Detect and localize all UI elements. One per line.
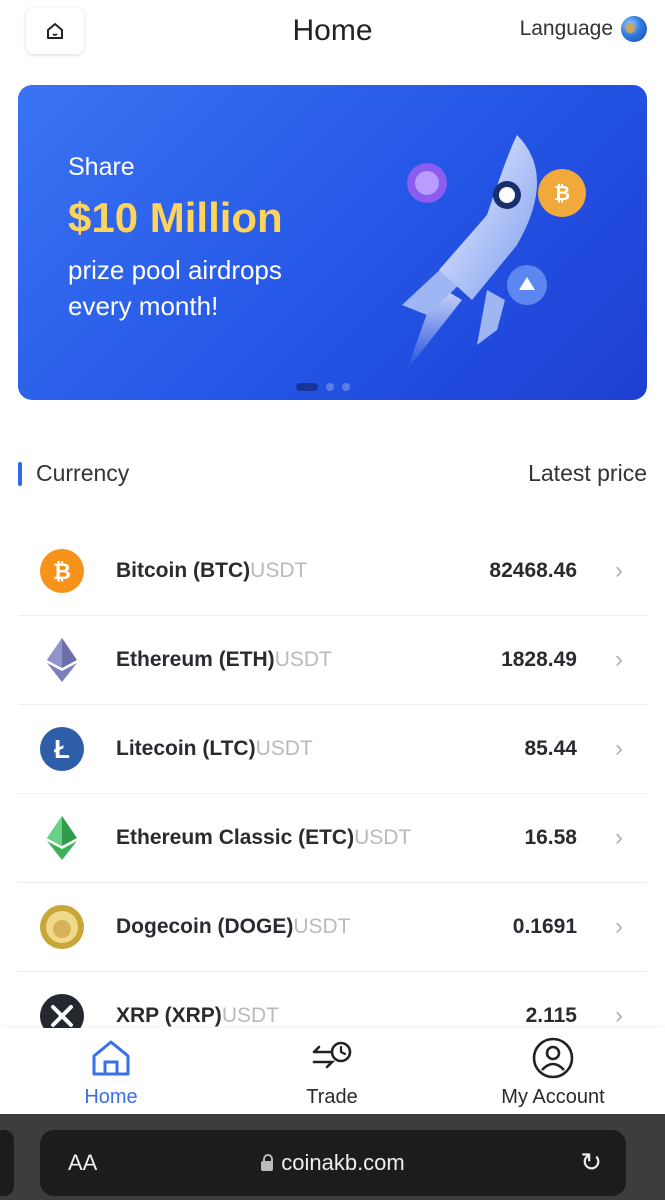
coin-price: 0.1691 [512, 915, 577, 938]
chevron-right-icon: › [615, 646, 623, 673]
lock-icon [261, 1154, 274, 1171]
coin-name: Ethereum (ETH)USDT [116, 648, 332, 671]
coin-quote: USDT [221, 1004, 279, 1027]
ethereum-classic-icon [40, 816, 84, 860]
url-display[interactable]: coinakb.com [40, 1150, 626, 1176]
chevron-right-icon: › [615, 557, 623, 584]
carousel-dot-2[interactable] [326, 383, 334, 391]
chevron-right-icon: › [615, 735, 623, 762]
banner-amount: $10 Million [68, 194, 283, 241]
user-icon [473, 1036, 633, 1080]
nav-trade[interactable]: Trade [252, 1036, 412, 1109]
language-selector[interactable]: Language [520, 16, 647, 42]
rocket-illustration: ₿ [402, 135, 586, 370]
url-text: coinakb.com [281, 1150, 405, 1175]
litecoin-icon: Ł [40, 727, 84, 771]
top-bar: Home Language [0, 0, 665, 62]
browser-toolbar: AA coinakb.com ↻ [0, 1114, 665, 1200]
bitcoin-icon: ₿ [40, 549, 84, 593]
nav-account[interactable]: My Account [473, 1036, 633, 1109]
carousel-dot-1[interactable] [296, 383, 318, 391]
trade-icon [252, 1036, 412, 1080]
coin-quote: USDT [354, 826, 412, 849]
tab-edge [0, 1130, 14, 1196]
coin-quote: USDT [255, 737, 313, 760]
banner-line-2: prize pool airdrops [68, 255, 282, 285]
chevron-right-icon: › [615, 824, 623, 851]
nav-home[interactable]: Home [31, 1036, 191, 1109]
coin-name: Litecoin (LTC)USDT [116, 737, 313, 760]
carousel-dot-3[interactable] [342, 383, 350, 391]
chevron-right-icon: › [615, 913, 623, 940]
promo-banner[interactable]: Share $10 Million prize pool airdrops ev… [18, 85, 647, 400]
coin-quote: USDT [250, 559, 308, 582]
coin-price: 16.58 [524, 826, 577, 849]
currency-column-header: Currency [36, 460, 130, 486]
section-accent-bar [18, 462, 22, 486]
svg-text:₿: ₿ [554, 183, 570, 205]
coin-price: 2.115 [525, 1004, 577, 1027]
currency-row-etc[interactable]: Ethereum Classic (ETC)USDT 16.58 › [18, 794, 647, 883]
coin-quote: USDT [293, 915, 351, 938]
coin-name: Dogecoin (DOGE)USDT [116, 915, 351, 938]
home-icon [31, 1036, 191, 1080]
language-label: Language [519, 17, 613, 40]
banner-share: Share [68, 153, 135, 181]
coin-quote: USDT [274, 648, 332, 671]
svg-text:Ł: Ł [54, 734, 70, 764]
banner-line-3: every month! [68, 291, 219, 321]
address-bar[interactable]: AA coinakb.com ↻ [40, 1130, 626, 1196]
nav-account-label: My Account [501, 1086, 605, 1108]
coin-name: XRP (XRP)USDT [116, 1004, 279, 1027]
currency-row-ltc[interactable]: Ł Litecoin (LTC)USDT 85.44 › [18, 705, 647, 794]
coin-price: 1828.49 [501, 648, 577, 671]
carousel-indicator[interactable] [296, 383, 350, 391]
ethereum-icon [40, 638, 84, 682]
banner-text: Share $10 Million prize pool airdrops ev… [68, 153, 283, 324]
svg-text:₿: ₿ [53, 559, 71, 584]
currency-list: ₿ Bitcoin (BTC)USDT 82468.46 › Ethereum … [18, 527, 647, 1061]
currency-row-eth[interactable]: Ethereum (ETH)USDT 1828.49 › [18, 616, 647, 705]
price-column-header: Latest price [528, 460, 647, 486]
currency-list-header: Currency Latest price [18, 458, 647, 490]
bottom-navigation: Home Trade My Account [0, 1028, 665, 1114]
coin-price: 82468.46 [489, 559, 577, 582]
currency-row-doge[interactable]: Dogecoin (DOGE)USDT 0.1691 › [18, 883, 647, 972]
coin-name: Bitcoin (BTC)USDT [116, 559, 308, 582]
nav-trade-label: Trade [306, 1086, 358, 1108]
coin-price: 85.44 [524, 737, 577, 760]
currency-row-btc[interactable]: ₿ Bitcoin (BTC)USDT 82468.46 › [18, 527, 647, 616]
chevron-right-icon: › [615, 1002, 623, 1029]
nav-home-label: Home [84, 1086, 138, 1108]
reload-icon[interactable]: ↻ [580, 1147, 602, 1178]
globe-icon [621, 16, 647, 42]
dogecoin-icon [40, 905, 84, 949]
coin-name: Ethereum Classic (ETC)USDT [116, 826, 412, 849]
